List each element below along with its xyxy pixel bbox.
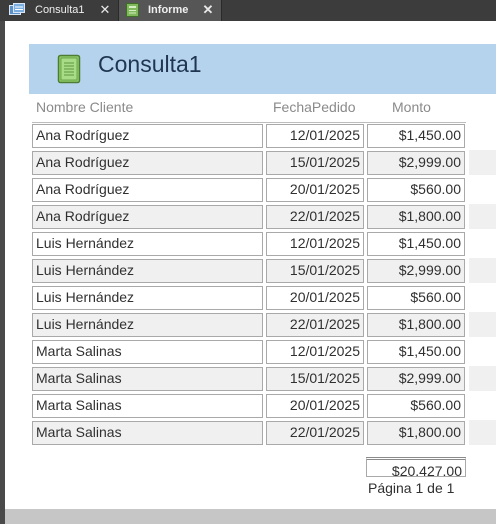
table-row: Marta Salinas 15/01/2025 $2,999.00 — [5, 366, 496, 393]
report-page: Consulta1 Nombre Cliente FechaPedido Mon… — [5, 21, 496, 509]
cell-monto: $560.00 — [367, 286, 465, 310]
cell-fecha-pedido: 22/01/2025 — [266, 421, 364, 445]
cell-fecha-pedido: 12/01/2025 — [266, 124, 364, 148]
cell-fecha-pedido: 12/01/2025 — [266, 232, 364, 256]
close-icon[interactable]: ✕ — [202, 3, 214, 17]
cell-fecha-pedido: 20/01/2025 — [266, 286, 364, 310]
cell-nombre-cliente: Luis Hernández — [32, 259, 263, 283]
cell-monto: $560.00 — [367, 394, 465, 418]
cell-fecha-pedido: 22/01/2025 — [266, 313, 364, 337]
table-row: Marta Salinas 12/01/2025 $1,450.00 — [5, 339, 496, 366]
cell-nombre-cliente: Marta Salinas — [32, 367, 263, 391]
cell-fecha-pedido: 15/01/2025 — [266, 151, 364, 175]
table-row: Ana Rodríguez 15/01/2025 $2,999.00 — [5, 150, 496, 177]
cell-fecha-pedido: 20/01/2025 — [266, 178, 364, 202]
cell-fecha-pedido: 12/01/2025 — [266, 340, 364, 364]
cell-nombre-cliente: Ana Rodríguez — [32, 205, 263, 229]
report-header: Consulta1 — [29, 44, 496, 94]
document-tab-bar: Consulta1 ✕ Informe ✕ — [0, 0, 496, 21]
cell-monto: $1,800.00 — [367, 313, 465, 337]
cell-fecha-pedido: 15/01/2025 — [266, 259, 364, 283]
cell-fecha-pedido: 22/01/2025 — [266, 205, 364, 229]
table-row: Ana Rodríguez 20/01/2025 $560.00 — [5, 177, 496, 204]
report-icon — [126, 3, 139, 17]
total-monto: $20,427.00 — [366, 457, 466, 477]
tab-informe[interactable]: Informe ✕ — [118, 0, 222, 21]
cell-fecha-pedido: 20/01/2025 — [266, 394, 364, 418]
cell-nombre-cliente: Ana Rodríguez — [32, 178, 263, 202]
cell-monto: $1,800.00 — [367, 421, 465, 445]
cell-nombre-cliente: Luis Hernández — [32, 232, 263, 256]
cell-monto: $2,999.00 — [367, 367, 465, 391]
column-header-monto: Monto — [392, 99, 431, 115]
tab-informe-label: Informe — [148, 4, 189, 16]
column-header-nombre-cliente: Nombre Cliente — [36, 99, 134, 115]
table-row: Marta Salinas 20/01/2025 $560.00 — [5, 393, 496, 420]
cell-fecha-pedido: 15/01/2025 — [266, 367, 364, 391]
table-row: Luis Hernández 12/01/2025 $1,450.00 — [5, 231, 496, 258]
tab-consulta1[interactable]: Consulta1 ✕ — [0, 0, 118, 21]
cell-nombre-cliente: Marta Salinas — [32, 421, 263, 445]
cell-nombre-cliente: Marta Salinas — [32, 394, 263, 418]
column-header-fecha-pedido: FechaPedido — [273, 99, 356, 115]
table-row: Ana Rodríguez 22/01/2025 $1,800.00 — [5, 204, 496, 231]
cell-monto: $1,450.00 — [367, 232, 465, 256]
cell-nombre-cliente: Marta Salinas — [32, 340, 263, 364]
table-row: Luis Hernández 22/01/2025 $1,800.00 — [5, 312, 496, 339]
cell-monto: $2,999.00 — [367, 259, 465, 283]
cell-monto: $1,800.00 — [367, 205, 465, 229]
cell-monto: $1,450.00 — [367, 340, 465, 364]
query-icon — [9, 3, 25, 15]
page-number: Página 1 de 1 — [368, 480, 455, 496]
table-row: Luis Hernández 15/01/2025 $2,999.00 — [5, 258, 496, 285]
cell-nombre-cliente: Luis Hernández — [32, 286, 263, 310]
cell-monto: $2,999.00 — [367, 151, 465, 175]
report-title: Consulta1 — [98, 51, 202, 77]
cell-monto: $1,450.00 — [367, 124, 465, 148]
cell-nombre-cliente: Ana Rodríguez — [32, 124, 263, 148]
cell-nombre-cliente: Luis Hernández — [32, 313, 263, 337]
horizontal-scrollbar[interactable] — [5, 509, 496, 524]
report-book-icon — [57, 54, 81, 84]
table-row: Luis Hernández 20/01/2025 $560.00 — [5, 285, 496, 312]
table-row: Marta Salinas 22/01/2025 $1,800.00 — [5, 420, 496, 447]
close-icon[interactable]: ✕ — [99, 3, 111, 17]
table-row: Ana Rodríguez 12/01/2025 $1,450.00 — [5, 123, 496, 150]
tab-consulta1-label: Consulta1 — [35, 4, 85, 16]
cell-monto: $560.00 — [367, 178, 465, 202]
cell-nombre-cliente: Ana Rodríguez — [32, 151, 263, 175]
